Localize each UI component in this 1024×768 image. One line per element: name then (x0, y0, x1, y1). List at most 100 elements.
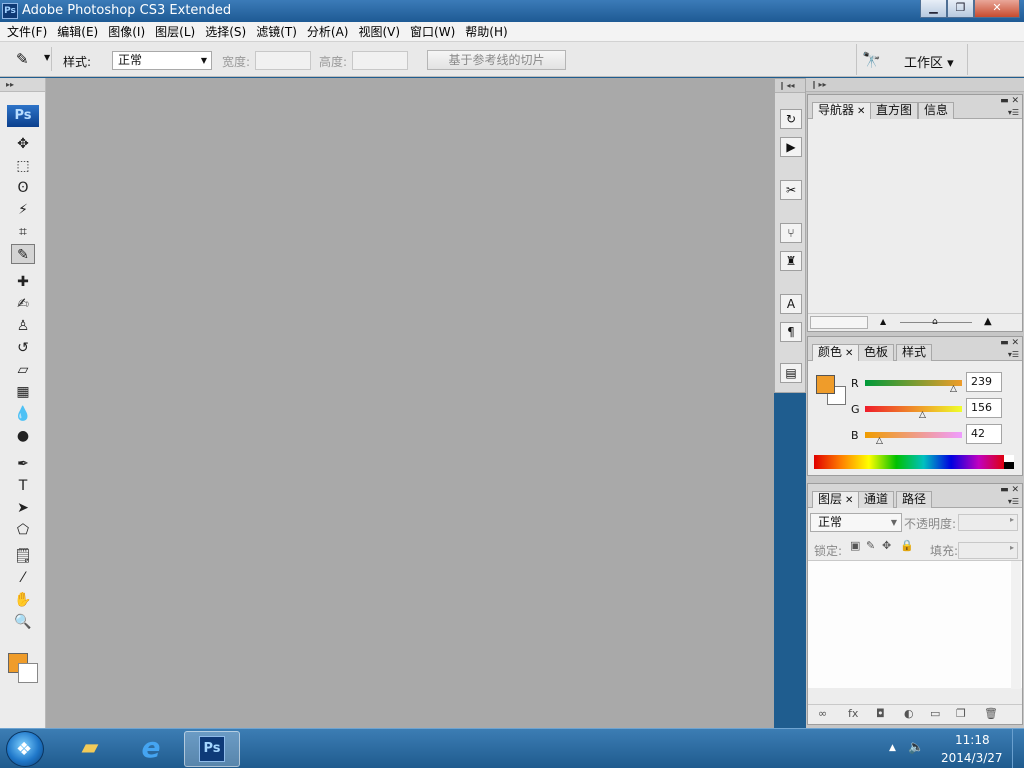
brush-tool[interactable]: ✍ (11, 294, 35, 314)
tab-info[interactable]: 信息 (918, 102, 955, 119)
channel-g-slider[interactable] (865, 406, 962, 412)
tool-presets-icon[interactable]: ✂ (780, 180, 802, 200)
bridge-icon[interactable]: 🔭 (862, 51, 881, 69)
right-dock-collapse-handle[interactable]: ∥ ▸▸ (806, 78, 1024, 92)
show-hidden-icons-icon[interactable]: ▲ (889, 743, 896, 753)
brushes-icon[interactable]: ⑂ (780, 223, 802, 243)
taskbar-internet-explorer[interactable]: e (123, 731, 179, 767)
channel-r-handle[interactable]: △ (950, 384, 957, 394)
tab-layers[interactable]: 图层 ✕ (812, 491, 860, 508)
actions-icon[interactable]: ▶ (780, 137, 802, 157)
tab-color[interactable]: 颜色 ✕ (812, 344, 860, 361)
panel-menu-icon[interactable]: ▾☰ (1008, 108, 1019, 117)
maximize-button[interactable]: ❐ (947, 0, 974, 18)
black-white-swatch[interactable] (1004, 455, 1014, 469)
menu-file[interactable]: 文件(F) (2, 23, 52, 41)
marquee-tool[interactable]: ⬚ (11, 156, 35, 176)
zoom-in-icon[interactable]: ▲ (984, 316, 992, 327)
channel-b-handle[interactable]: △ (876, 436, 883, 446)
hand-tool[interactable]: ✋ (11, 590, 35, 610)
lock-position-icon[interactable]: ✥ (882, 539, 891, 552)
toolbox-collapse-handle[interactable]: ▸▸ (0, 78, 45, 92)
dock-collapse-handle[interactable]: ∥ ◂◂ (775, 79, 805, 93)
zoom-slider-handle[interactable]: ⌂ (932, 317, 938, 327)
menu-select[interactable]: 选择(S) (200, 23, 251, 41)
tab-channels[interactable]: 通道 (858, 491, 895, 508)
height-field[interactable] (352, 51, 408, 70)
background-color-swatch[interactable] (18, 663, 38, 683)
start-button[interactable]: ❖ (6, 731, 44, 767)
menu-filter[interactable]: 滤镜(T) (251, 23, 302, 41)
tab-navigator[interactable]: 导航器 ✕ (812, 102, 872, 119)
color-spectrum-bar[interactable] (814, 455, 1006, 469)
menu-view[interactable]: 视图(V) (353, 23, 405, 41)
tool-preset-picker[interactable]: ✎ ▼ (6, 47, 52, 71)
dodge-tool[interactable]: ● (11, 426, 35, 446)
delete-layer-icon[interactable]: 🗑 (984, 707, 998, 720)
clock-date[interactable]: 2014/3/27 (941, 751, 1003, 765)
lock-pixels-icon[interactable]: ✎ (866, 539, 875, 552)
menu-image[interactable]: 图像(I) (103, 23, 150, 41)
panel-menu-icon[interactable]: ▾☰ (1008, 350, 1019, 359)
link-layers-icon[interactable]: ∞ (818, 707, 827, 720)
close-icon[interactable]: ✕ (857, 106, 865, 117)
workspace-menu[interactable]: 工作区 ▾ (904, 52, 954, 71)
new-layer-icon[interactable]: ❐ (956, 707, 966, 720)
lock-all-icon[interactable]: 🔒 (900, 539, 914, 552)
eyedropper-tool[interactable]: ⁄ (11, 568, 35, 588)
zoom-out-icon[interactable]: ▲ (880, 317, 886, 326)
minimize-button[interactable]: ▁ (920, 0, 947, 18)
style-select[interactable]: 正常 ▼ (112, 51, 212, 70)
type-tool[interactable]: T (11, 476, 35, 496)
zoom-tool[interactable]: 🔍 (11, 612, 35, 632)
channel-r-value[interactable]: 239 (966, 372, 1002, 392)
channel-g-value[interactable]: 156 (966, 398, 1002, 418)
menu-layer[interactable]: 图层(L) (150, 23, 200, 41)
tab-paths[interactable]: 路径 (896, 491, 933, 508)
width-field[interactable] (255, 51, 311, 70)
blend-mode-select[interactable]: 正常 ▼ (810, 513, 902, 532)
shape-tool[interactable]: ⬠ (11, 520, 35, 540)
layer-comps-icon[interactable]: ▤ (780, 363, 802, 383)
tab-swatches[interactable]: 色板 (858, 344, 895, 361)
opacity-field[interactable]: ▸ (958, 514, 1018, 531)
panel-minimize-close-icon[interactable]: ▬ ✕ (1000, 338, 1019, 348)
channel-r-slider[interactable] (865, 380, 962, 386)
panel-minimize-close-icon[interactable]: ▬ ✕ (1000, 485, 1019, 495)
show-desktop-button[interactable] (1012, 729, 1024, 768)
history-brush-tool[interactable]: ↺ (11, 338, 35, 358)
clone-stamp-tool[interactable]: ♙ (11, 316, 35, 336)
menu-help[interactable]: 帮助(H) (460, 23, 512, 41)
close-icon[interactable]: ✕ (845, 348, 853, 359)
clock-time[interactable]: 11:18 (955, 733, 990, 747)
layer-list-scrollbar[interactable] (1011, 561, 1021, 689)
close-button[interactable]: ✕ (974, 0, 1020, 18)
fill-field[interactable]: ▸ (958, 542, 1018, 559)
adjustment-layer-icon[interactable]: ◐ (904, 707, 914, 720)
panel-minimize-close-icon[interactable]: ▬ ✕ (1000, 96, 1019, 106)
menu-window[interactable]: 窗口(W) (405, 23, 460, 41)
layer-list[interactable] (808, 560, 1022, 689)
taskbar-photoshop[interactable]: Ps (184, 731, 240, 767)
character-icon[interactable]: A (780, 294, 802, 314)
menu-edit[interactable]: 编辑(E) (52, 23, 103, 41)
photoshop-badge-icon[interactable]: Ps (7, 105, 39, 127)
close-icon[interactable]: ✕ (845, 495, 853, 506)
history-icon[interactable]: ↻ (780, 109, 802, 129)
color-foreground-swatch[interactable] (816, 375, 835, 394)
eraser-tool[interactable]: ▱ (11, 360, 35, 380)
zoom-field[interactable] (810, 316, 868, 329)
lock-transparency-icon[interactable]: ▣ (850, 539, 860, 552)
move-tool[interactable]: ✥ (11, 134, 35, 154)
layer-style-icon[interactable]: fx (848, 707, 858, 720)
tab-styles[interactable]: 样式 (896, 344, 933, 361)
lasso-tool[interactable]: ʘ (11, 178, 35, 198)
blur-tool[interactable]: 💧 (11, 404, 35, 424)
tab-histogram[interactable]: 直方图 (870, 102, 919, 119)
path-selection-tool[interactable]: ➤ (11, 498, 35, 518)
volume-icon[interactable]: 🔈 (908, 740, 924, 755)
new-group-icon[interactable]: ▭ (930, 707, 940, 720)
clone-source-icon[interactable]: ♜ (780, 251, 802, 271)
channel-b-value[interactable]: 42 (966, 424, 1002, 444)
magic-wand-tool[interactable]: ⚡ (11, 200, 35, 220)
